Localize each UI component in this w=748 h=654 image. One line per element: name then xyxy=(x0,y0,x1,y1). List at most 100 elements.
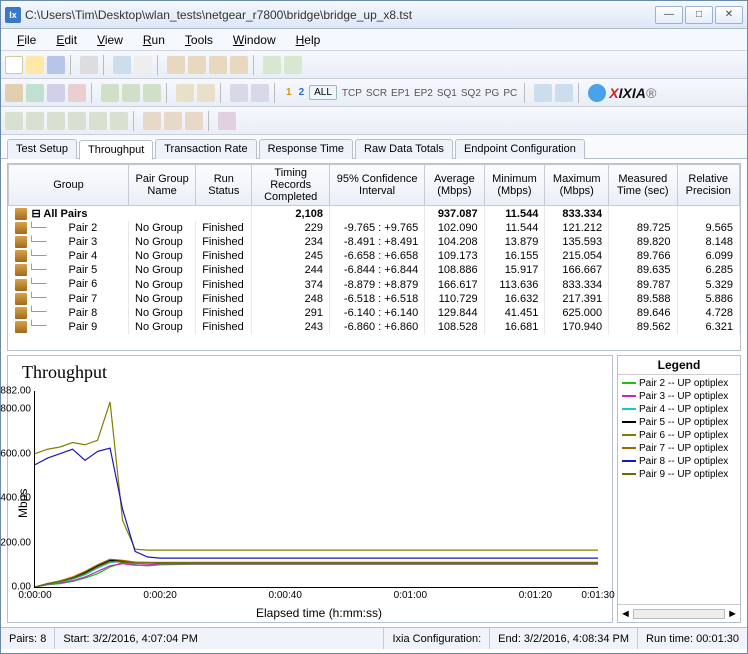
table-row[interactable]: └──Pair 5No GroupFinished244-6.844 : +6.… xyxy=(9,263,740,277)
menu-window[interactable]: Window xyxy=(225,31,284,49)
t2-icon-8[interactable] xyxy=(176,84,194,102)
t3-icon-8[interactable] xyxy=(164,112,182,130)
status-config: Ixia Configuration: xyxy=(384,628,490,649)
col-header[interactable]: Timing Records Completed xyxy=(252,165,329,206)
t2-icon-3[interactable] xyxy=(47,84,65,102)
tab-throughput[interactable]: Throughput xyxy=(79,140,153,160)
filter-tcp[interactable]: TCP xyxy=(340,88,364,99)
t2-icon-12[interactable] xyxy=(534,84,552,102)
t3-icon-6[interactable] xyxy=(110,112,128,130)
tool-icon-4[interactable] xyxy=(230,56,248,74)
new-icon[interactable] xyxy=(5,56,23,74)
t2-icon-1[interactable] xyxy=(5,84,23,102)
legend-item[interactable]: Pair 6 -- UP optiplex xyxy=(622,429,736,442)
t3-icon-2[interactable] xyxy=(26,112,44,130)
tab-raw-data-totals[interactable]: Raw Data Totals xyxy=(355,139,453,159)
t2-icon-9[interactable] xyxy=(197,84,215,102)
legend-item[interactable]: Pair 5 -- UP optiplex xyxy=(622,416,736,429)
filter-pc[interactable]: PC xyxy=(501,88,519,99)
legend-item[interactable]: Pair 8 -- UP optiplex xyxy=(622,455,736,468)
t2-icon-4[interactable] xyxy=(68,84,86,102)
toolbar-2: 1 2 ALL TCPSCREP1EP2SQ1SQ2PGPC XIXIA® xyxy=(1,79,747,107)
tab-transaction-rate[interactable]: Transaction Rate xyxy=(155,139,256,159)
y-tick: 882.00 xyxy=(0,386,31,397)
minimize-button[interactable]: — xyxy=(655,6,683,24)
all-button[interactable]: ALL xyxy=(309,85,337,100)
t2-icon-6[interactable] xyxy=(122,84,140,102)
tab-strip: Test SetupThroughputTransaction RateResp… xyxy=(1,135,747,159)
table-row[interactable]: └──Pair 2No GroupFinished229-9.765 : +9.… xyxy=(9,221,740,235)
menu-bar: File Edit View Run Tools Window Help xyxy=(1,29,747,51)
t3-icon-9[interactable] xyxy=(185,112,203,130)
t3-icon-5[interactable] xyxy=(89,112,107,130)
info-icon[interactable] xyxy=(588,84,606,102)
tool-icon-1[interactable] xyxy=(167,56,185,74)
col-header[interactable]: 95% Confidence Interval xyxy=(329,165,424,206)
tool-icon-2[interactable] xyxy=(188,56,206,74)
legend-panel: Legend Pair 2 -- UP optiplexPair 3 -- UP… xyxy=(617,355,741,623)
tool-icon-5[interactable] xyxy=(263,56,281,74)
table-row[interactable]: └──Pair 8No GroupFinished291-6.140 : +6.… xyxy=(9,306,740,320)
menu-view[interactable]: View xyxy=(89,31,131,49)
legend-item[interactable]: Pair 3 -- UP optiplex xyxy=(622,390,736,403)
tab-endpoint-configuration[interactable]: Endpoint Configuration xyxy=(455,139,585,159)
col-header[interactable]: Group xyxy=(9,165,129,206)
col-header[interactable]: Maximum (Mbps) xyxy=(545,165,609,206)
filter-ep2[interactable]: EP2 xyxy=(412,88,435,99)
maximize-button[interactable]: □ xyxy=(685,6,713,24)
close-button[interactable]: ✕ xyxy=(715,6,743,24)
y-tick: 200.00 xyxy=(0,537,31,548)
t3-icon-4[interactable] xyxy=(68,112,86,130)
menu-file[interactable]: File xyxy=(9,31,44,49)
table-row[interactable]: └──Pair 4No GroupFinished245-6.658 : +6.… xyxy=(9,249,740,263)
menu-help[interactable]: Help xyxy=(288,31,329,49)
chart-plot-area[interactable]: 882.00800.00600.00400.00200.000.000:00:0… xyxy=(34,391,598,588)
t3-icon-10[interactable] xyxy=(218,112,236,130)
menu-edit[interactable]: Edit xyxy=(48,31,85,49)
open-icon[interactable] xyxy=(26,56,44,74)
t2-icon-2[interactable] xyxy=(26,84,44,102)
table-row[interactable]: └──Pair 3No GroupFinished234-8.491 : +8.… xyxy=(9,235,740,249)
filter-sq2[interactable]: SQ2 xyxy=(459,88,483,99)
tab-test-setup[interactable]: Test Setup xyxy=(7,139,77,159)
t3-icon-3[interactable] xyxy=(47,112,65,130)
col-header[interactable]: Run Status xyxy=(196,165,252,206)
print-icon[interactable] xyxy=(80,56,98,74)
legend-item[interactable]: Pair 9 -- UP optiplex xyxy=(622,468,736,481)
tool-icon-3[interactable] xyxy=(209,56,227,74)
menu-run[interactable]: Run xyxy=(135,31,173,49)
filter-scr[interactable]: SCR xyxy=(364,88,389,99)
col-header[interactable]: Pair Group Name xyxy=(129,165,196,206)
summary-row[interactable]: ⊟ All Pairs xyxy=(9,206,252,222)
menu-tools[interactable]: Tools xyxy=(177,31,221,49)
t3-icon-7[interactable] xyxy=(143,112,161,130)
filter-ep1[interactable]: EP1 xyxy=(389,88,412,99)
t2-icon-7[interactable] xyxy=(143,84,161,102)
chart-panel: Throughput Mbps 882.00800.00600.00400.00… xyxy=(7,355,613,623)
table-row[interactable]: └──Pair 6No GroupFinished374-8.879 : +8.… xyxy=(9,277,740,291)
tab-response-time[interactable]: Response Time xyxy=(259,139,353,159)
y-tick: 400.00 xyxy=(0,493,31,504)
legend-item[interactable]: Pair 4 -- UP optiplex xyxy=(622,403,736,416)
t2-icon-10[interactable] xyxy=(230,84,248,102)
col-header[interactable]: Average (Mbps) xyxy=(425,165,484,206)
col-header[interactable]: Minimum (Mbps) xyxy=(484,165,545,206)
filter-sq1[interactable]: SQ1 xyxy=(435,88,459,99)
legend-scrollbar[interactable]: ◄► xyxy=(618,604,740,622)
legend-item[interactable]: Pair 2 -- UP optiplex xyxy=(622,377,736,390)
stop-icon[interactable] xyxy=(134,56,152,74)
t2-icon-13[interactable] xyxy=(555,84,573,102)
table-row[interactable]: └──Pair 7No GroupFinished248-6.518 : +6.… xyxy=(9,292,740,306)
legend-item[interactable]: Pair 7 -- UP optiplex xyxy=(622,442,736,455)
t2-icon-5[interactable] xyxy=(101,84,119,102)
run-icon[interactable] xyxy=(113,56,131,74)
filter-pg[interactable]: PG xyxy=(483,88,501,99)
t3-icon-1[interactable] xyxy=(5,112,23,130)
t2-icon-11[interactable] xyxy=(251,84,269,102)
tool-icon-6[interactable] xyxy=(284,56,302,74)
col-header[interactable]: Relative Precision xyxy=(677,165,740,206)
table-row[interactable]: └──Pair 9No GroupFinished243-6.860 : +6.… xyxy=(9,320,740,334)
y-tick: 800.00 xyxy=(0,404,31,415)
col-header[interactable]: Measured Time (sec) xyxy=(609,165,677,206)
save-icon[interactable] xyxy=(47,56,65,74)
